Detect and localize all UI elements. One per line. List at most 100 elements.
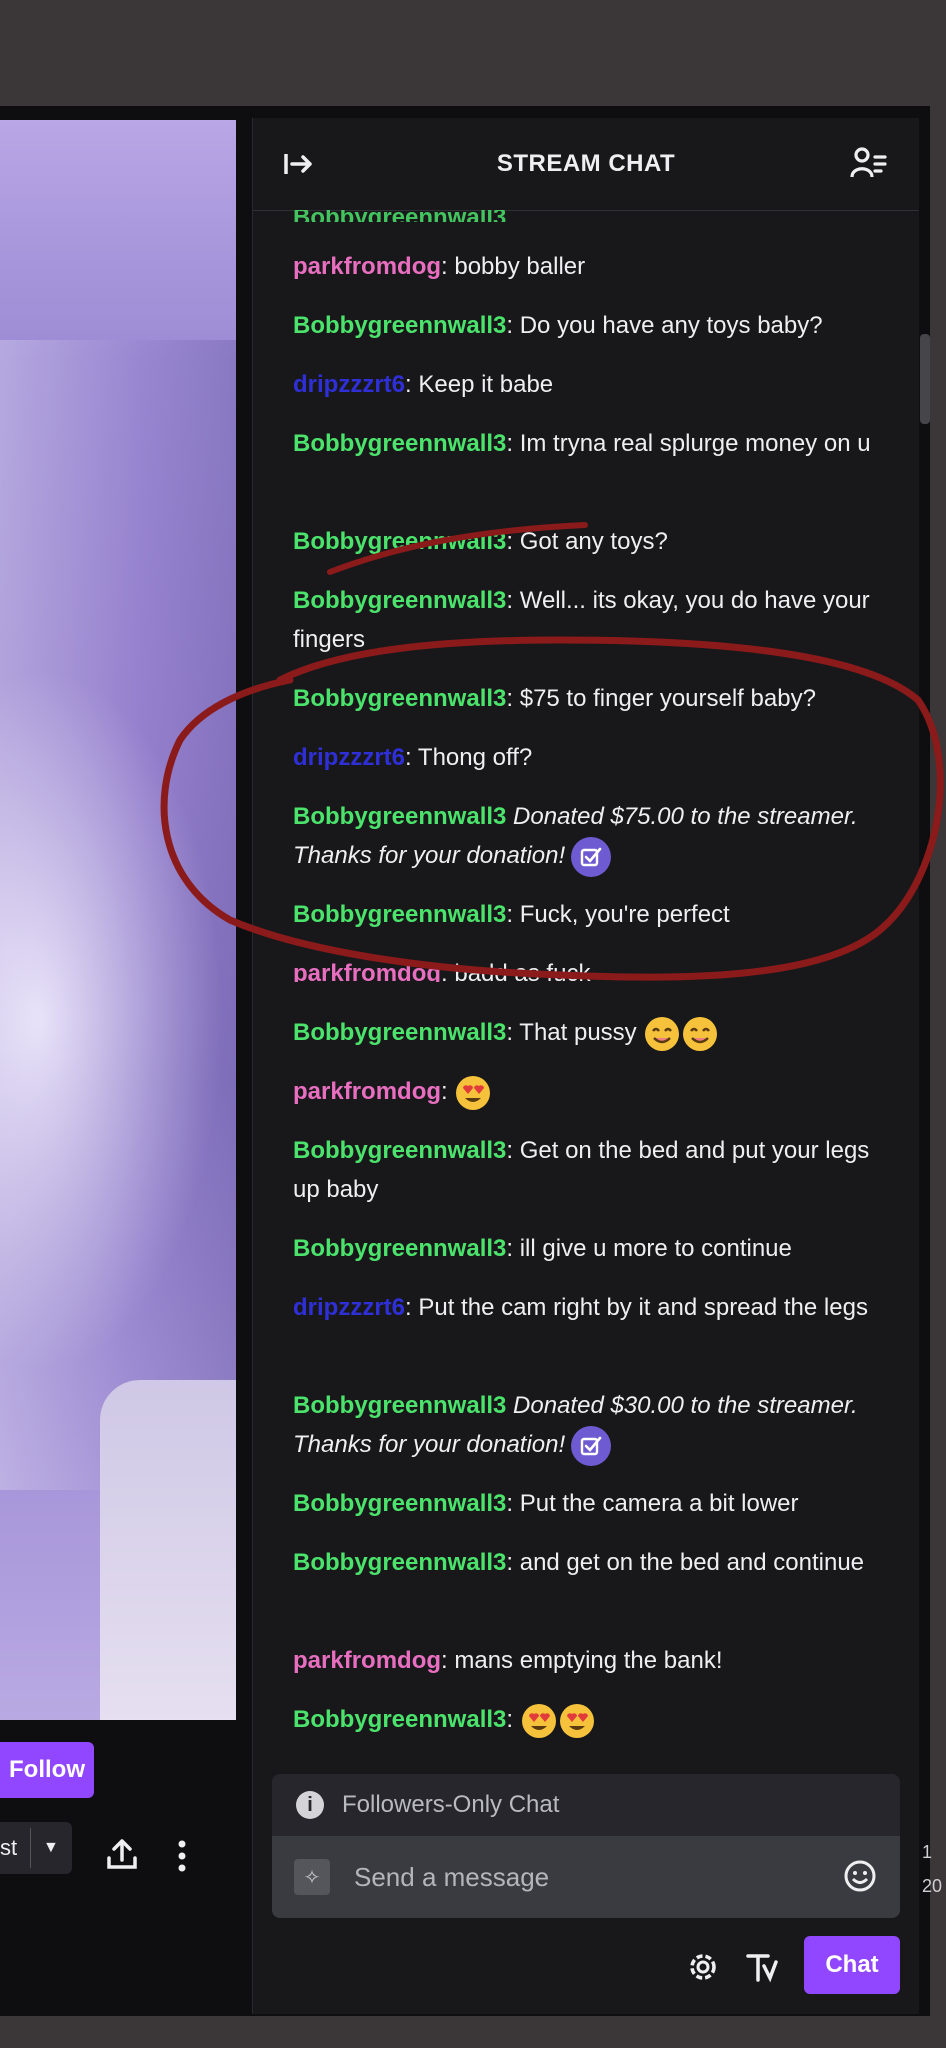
chat-message-partial: Bobbygreennwall3 — [293, 210, 893, 222]
chat-message-text: and get on the bed and continue — [519, 1549, 865, 1576]
chat-message: parkfromdog: mans emptying the bank! — [293, 1647, 723, 1674]
chat-send-button[interactable]: Chat — [804, 1936, 900, 1994]
edge-text-fragment: 20 — [922, 1876, 943, 1896]
channel-points-button[interactable] — [744, 1950, 780, 1989]
chat-message-text: Put the cam right by it and spread the l… — [418, 1294, 868, 1321]
chat-message-text: Fuck, you're perfect — [519, 901, 730, 928]
chat-message-text: That pussy — [519, 1019, 637, 1046]
collapse-arrow-icon — [284, 154, 312, 174]
video-scene — [0, 340, 236, 1490]
chat-username[interactable]: Bobbygreennwall3 — [293, 1235, 506, 1262]
share-upload-icon — [107, 1839, 137, 1869]
video-scene-floor — [100, 1380, 236, 1720]
sparkle-icon[interactable]: ✧ — [294, 1859, 330, 1895]
chat-message: Bobbygreennwall3: ill give u more to con… — [293, 1235, 792, 1262]
chat-message: Bobbygreennwall3: Got any toys? — [293, 528, 668, 555]
chat-panel: STREAM CHAT Bobbygreennwall3 parkfromdog… — [252, 118, 919, 2014]
scrollbar[interactable] — [920, 334, 930, 424]
chat-username[interactable]: Bobbygreennwall3 — [293, 528, 506, 555]
chat-username[interactable]: Bobbygreennwall3 — [293, 430, 506, 457]
caret-down-icon[interactable]: ▼ — [43, 1839, 59, 1857]
chat-message-text: $75 to finger yourself baby? — [519, 685, 816, 712]
chat-username[interactable]: Bobbygreennwall3 — [293, 312, 506, 339]
chat-username[interactable]: parkfromdog — [293, 1078, 441, 1105]
chat-username[interactable]: Bobbygreennwall3 — [293, 210, 506, 222]
followers-only-notice: i Followers-Only Chat — [272, 1774, 900, 1836]
chat-message: Bobbygreennwall3: and get on the bed and… — [293, 1549, 865, 1576]
divider — [30, 1828, 31, 1868]
chat-message-text: ill give u more to continue — [519, 1235, 792, 1262]
smiling-emoji-icon — [683, 1016, 718, 1051]
chat-message: Bobbygreennwall3: $75 to finger yourself… — [293, 685, 816, 712]
info-icon: i — [296, 1791, 324, 1819]
chat-input-container: ✧ — [272, 1836, 900, 1918]
smiley-face-icon — [844, 1860, 876, 1892]
chat-message: dripzzzrt6: Put the cam right by it and … — [293, 1294, 868, 1321]
chat-username[interactable]: Bobbygreennwall3 — [293, 1490, 506, 1517]
chat-message-list: Bobbygreennwall3 parkfromdog: bobby ball… — [253, 210, 919, 1872]
chat-message-text: mans emptying the bank! — [454, 1647, 723, 1674]
chat-username[interactable]: Bobbygreennwall3 — [293, 587, 506, 614]
chat-message: dripzzzrt6: Thong off? — [293, 744, 533, 771]
chat-username[interactable]: parkfromdog — [293, 960, 441, 982]
chat-username[interactable]: Bobbygreennwall3 — [293, 901, 506, 928]
more-vertical-icon — [178, 1840, 186, 1872]
chat-message-input[interactable] — [352, 1860, 816, 1894]
donation-message: Bobbygreennwall3 Donated $75.00 to the s… — [293, 797, 893, 877]
chat-message: Bobbygreennwall3: Well... its okay, you … — [293, 587, 870, 653]
chat-message: parkfromdog: bobby baller — [293, 253, 586, 280]
chat-message-text: badd as fuck — [454, 960, 591, 982]
donation-badge-icon — [571, 836, 612, 877]
donation-message: Bobbygreennwall3 Donated $30.00 to the s… — [293, 1386, 893, 1466]
chat-username[interactable]: Bobbygreennwall3 — [293, 1706, 506, 1733]
channel-points-icon — [746, 1954, 778, 1983]
chat-message: Bobbygreennwall3: Do you have any toys b… — [293, 312, 823, 339]
chat-message-text: Got any toys? — [519, 528, 668, 555]
chat-message: Bobbygreennwall3: Get on the bed and put… — [293, 1137, 870, 1203]
chat-message-text: Put the camera a bit lower — [519, 1490, 799, 1517]
chat-message-text: Do you have any toys baby? — [519, 312, 823, 339]
chat-message: Bobbygreennwall3: — [293, 1700, 893, 1740]
chat-username[interactable]: Bobbygreennwall3 — [293, 1019, 506, 1046]
chat-message: parkfromdog: badd as fuck — [293, 954, 893, 982]
heart-eyes-emoji-icon — [521, 1703, 556, 1738]
share-button[interactable] — [104, 1828, 140, 1880]
community-icon — [850, 147, 887, 178]
followers-only-label: Followers-Only Chat — [342, 1791, 560, 1818]
chat-message: Bobbygreennwall3: That pussy — [293, 1013, 893, 1053]
follow-button[interactable]: Follow — [0, 1742, 94, 1798]
chat-settings-button[interactable] — [686, 1950, 720, 1989]
more-options-button[interactable] — [170, 1830, 194, 1882]
smiling-emoji-icon — [645, 1016, 680, 1051]
emote-picker-button[interactable] — [842, 1858, 878, 1899]
chat-username[interactable]: dripzzzrt6 — [293, 744, 405, 771]
chat-header: STREAM CHAT — [253, 118, 919, 211]
chat-username[interactable]: Bobbygreennwall3 — [293, 1549, 506, 1576]
chat-title: STREAM CHAT — [496, 150, 676, 177]
chat-message: dripzzzrt6: Keep it babe — [293, 371, 554, 398]
chat-message-text: Thong off? — [417, 744, 533, 771]
edge-text-fragment: 1 — [922, 1842, 933, 1862]
chat-username[interactable]: dripzzzrt6 — [293, 371, 405, 398]
community-button[interactable] — [849, 144, 887, 187]
chat-username[interactable]: Bobbygreennwall3 — [293, 685, 506, 712]
split-button-label: st — [0, 1835, 18, 1860]
chat-username[interactable]: parkfromdog — [293, 1647, 441, 1674]
chat-username[interactable]: Bobbygreennwall3 — [293, 1392, 506, 1419]
chat-message: Bobbygreennwall3: Put the camera a bit l… — [293, 1490, 799, 1517]
chat-username[interactable]: dripzzzrt6 — [293, 1294, 405, 1321]
chat-message-text: bobby baller — [454, 253, 586, 280]
gear-icon — [690, 1954, 716, 1980]
chat-message: parkfromdog: — [293, 1072, 893, 1112]
chat-username[interactable]: Bobbygreennwall3 — [293, 803, 506, 830]
split-action-button[interactable]: st ▼ — [0, 1822, 72, 1874]
chat-username[interactable]: parkfromdog — [293, 253, 441, 280]
chat-message: Bobbygreennwall3: Fuck, you're perfect — [293, 901, 730, 928]
chat-message: Bobbygreennwall3: Im tryna real splurge … — [293, 430, 871, 457]
chat-message-text: Keep it babe — [418, 371, 554, 398]
chat-message-text: Im tryna real splurge money on u — [519, 430, 871, 457]
chat-username[interactable]: Bobbygreennwall3 — [293, 1137, 506, 1164]
heart-eyes-emoji-icon — [559, 1703, 594, 1738]
collapse-chat-button[interactable] — [281, 146, 317, 187]
video-player[interactable] — [0, 120, 236, 1720]
